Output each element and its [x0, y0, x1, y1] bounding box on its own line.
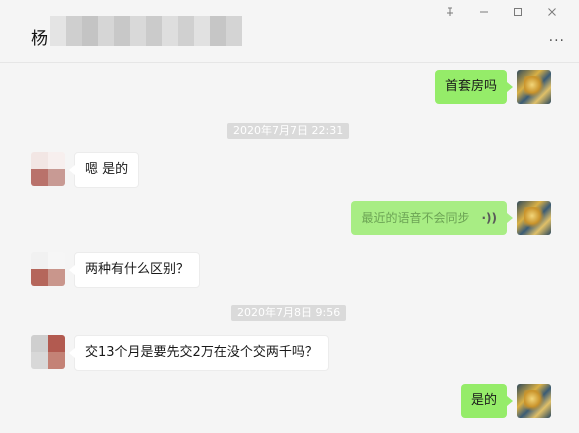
close-icon[interactable] [535, 2, 569, 22]
contact-avatar[interactable] [31, 252, 65, 286]
redacted-name-blur [50, 16, 242, 46]
voice-message-bubble[interactable]: 最近的语音不会同步 ·)) [351, 201, 513, 235]
message-bubble-incoming[interactable]: 两种有什么区别？ [68, 252, 201, 288]
voice-wave-icon: ·)) [481, 211, 497, 225]
contact-avatar[interactable] [31, 335, 65, 369]
voice-message-label: 最近的语音不会同步 [361, 211, 470, 225]
maximize-icon[interactable] [501, 2, 535, 22]
self-avatar[interactable] [517, 384, 551, 418]
timestamp: 2020年7月8日 9:56 [231, 305, 347, 321]
timestamp: 2020年7月7日 22:31 [227, 123, 350, 139]
pin-icon[interactable] [433, 2, 467, 22]
message-bubble-outgoing[interactable]: 首套房吗 [434, 70, 514, 104]
minimize-icon[interactable] [467, 2, 501, 22]
contact-avatar[interactable] [31, 152, 65, 186]
contact-name: 杨 [31, 29, 48, 49]
message-bubble-outgoing[interactable]: 是的 [460, 384, 514, 418]
more-options-button[interactable]: ··· [549, 33, 565, 49]
self-avatar[interactable] [517, 201, 551, 235]
chat-header: 杨 ··· [0, 0, 579, 63]
self-avatar[interactable] [517, 70, 551, 104]
message-bubble-incoming[interactable]: 嗯 是的 [68, 152, 140, 188]
message-bubble-incoming[interactable]: 交13个月是要先交2万在没个交两千吗？ [69, 335, 329, 371]
window-controls [433, 2, 569, 22]
